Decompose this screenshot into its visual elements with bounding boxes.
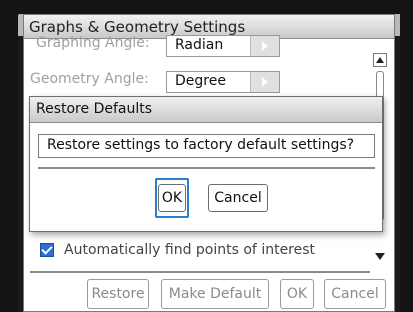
cancel-button[interactable]: Cancel <box>324 279 386 309</box>
scroll-up-arrow-icon[interactable] <box>373 53 387 67</box>
auto-points-label: Automatically find points of interest <box>64 242 316 258</box>
modal-title: Restore Defaults <box>36 101 153 117</box>
modal-ok-button[interactable]: OK <box>158 184 186 212</box>
geometry-angle-label: Geometry Angle: <box>30 71 149 87</box>
scroll-down-arrow-icon[interactable] <box>373 249 387 263</box>
modal-cancel-button[interactable]: Cancel <box>208 184 268 212</box>
footer-divider <box>30 271 370 273</box>
make-default-button[interactable]: Make Default <box>161 279 269 309</box>
settings-title: Graphs & Geometry Settings <box>29 18 246 36</box>
modal-message: Restore settings to factory default sett… <box>47 137 355 153</box>
graphing-angle-select[interactable]: Radian <box>166 35 280 57</box>
modal-titlebar: Restore Defaults <box>30 97 382 123</box>
geometry-angle-select[interactable]: Degree <box>166 71 280 93</box>
auto-points-checkbox[interactable] <box>40 243 54 257</box>
modal-divider <box>38 167 375 169</box>
ok-button[interactable]: OK <box>280 279 314 309</box>
dropdown-arrow-icon <box>250 72 279 92</box>
restore-defaults-modal: Restore Defaults Restore settings to fac… <box>29 96 383 232</box>
graphing-angle-value: Radian <box>175 37 224 53</box>
geometry-angle-value: Degree <box>175 73 226 89</box>
dropdown-arrow-icon <box>250 36 279 56</box>
modal-message-box: Restore settings to factory default sett… <box>38 134 375 158</box>
restore-button[interactable]: Restore <box>87 279 149 309</box>
window-right-edge <box>395 14 400 36</box>
graphing-angle-label: Graphing Angle: <box>36 35 150 51</box>
